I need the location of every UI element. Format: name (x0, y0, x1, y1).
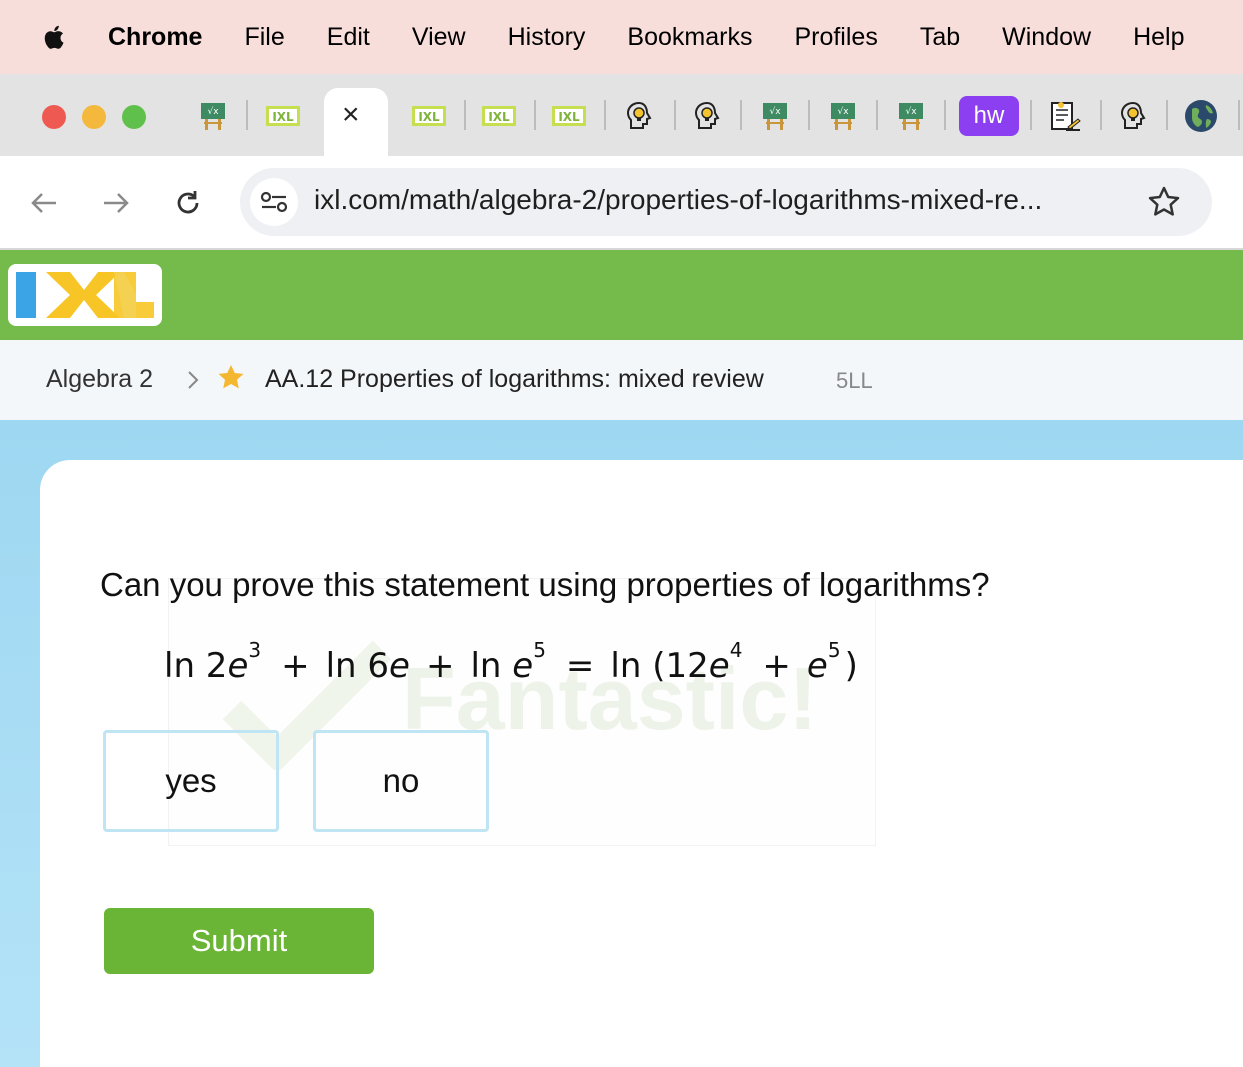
tab-ixl-favicon[interactable]: IXL (552, 100, 586, 132)
tab-separator (740, 100, 742, 130)
bookmark-star-icon[interactable] (1146, 184, 1182, 220)
ixl-header (0, 250, 1243, 340)
tab-lightbulb-head-icon[interactable] (1116, 100, 1150, 132)
tab-document-pencil-icon[interactable] (1048, 100, 1082, 132)
equation-term: ln (470, 646, 513, 686)
menu-history[interactable]: History (508, 23, 586, 52)
svg-text:IXL: IXL (488, 110, 510, 124)
tab-separator (534, 100, 536, 130)
answer-no-button[interactable]: no (313, 730, 489, 832)
equation-exponent: 4 (729, 638, 743, 662)
tab-separator (674, 100, 676, 130)
tab-separator (604, 100, 606, 130)
svg-text:IXL: IXL (558, 110, 580, 124)
skill-code: 5LL (836, 368, 873, 393)
close-window-button[interactable] (42, 105, 66, 129)
tune-icon (260, 191, 288, 213)
apple-logo-icon[interactable] (40, 22, 70, 52)
equation-term: ) (844, 646, 858, 686)
minimize-window-button[interactable] (82, 105, 106, 129)
equation-variable: e (708, 646, 730, 686)
answer-yes-button[interactable]: yes (103, 730, 279, 832)
close-tab-icon[interactable]: × (342, 100, 360, 130)
equation-variable: e (512, 646, 534, 686)
equation-exponent: 5 (827, 638, 841, 662)
equation-operator: + (281, 646, 310, 686)
tab-chalkboard-icon[interactable]: √x (196, 100, 230, 132)
tab-separator (876, 100, 878, 130)
breadcrumb-skill-title: AA.12 Properties of logarithms: mixed re… (265, 365, 764, 393)
question-prompt: Can you prove this statement using prope… (100, 566, 990, 603)
tab-separator (1166, 100, 1168, 130)
macos-menu-bar: Chrome File Edit View History Bookmarks … (0, 0, 1243, 74)
ixl-logo-icon (16, 272, 154, 318)
equation-variable: e (389, 646, 410, 686)
svg-text:IXL: IXL (418, 110, 440, 124)
equation-operator: + (425, 646, 455, 686)
tab-globe-icon[interactable] (1184, 100, 1218, 132)
url-text[interactable]: ixl.com/math/algebra-2/properties-of-log… (314, 184, 1042, 216)
favorite-star-icon[interactable] (216, 363, 246, 393)
back-button[interactable] (26, 186, 62, 220)
menu-edit[interactable]: Edit (327, 23, 370, 52)
equation-exponent: 5 (533, 638, 546, 662)
tab-separator (1100, 100, 1102, 130)
forward-button[interactable] (98, 186, 134, 220)
equation-term: ln 2 (164, 646, 228, 686)
menu-app-chrome[interactable]: Chrome (108, 23, 202, 52)
tab-separator (246, 100, 248, 130)
tab-ixl-favicon[interactable]: IXL (482, 100, 516, 132)
submit-button[interactable]: Submit (104, 908, 374, 974)
arrow-right-icon (104, 193, 129, 213)
equation-operator: + (762, 646, 791, 686)
tab-ixl-favicon[interactable]: IXL (412, 100, 446, 132)
tab-chalkboard-icon[interactable]: √x (758, 100, 792, 132)
arrow-left-icon (31, 193, 56, 213)
menu-view[interactable]: View (412, 23, 466, 52)
ixl-logo[interactable] (8, 264, 162, 326)
tab-lightbulb-head-icon[interactable] (690, 100, 724, 132)
menu-tab[interactable]: Tab (920, 23, 960, 52)
breadcrumb-subject-link[interactable]: Algebra 2 (46, 365, 153, 394)
zoom-window-button[interactable] (122, 105, 146, 129)
reload-icon (177, 191, 199, 214)
svg-text:√x: √x (207, 106, 219, 117)
tab-separator (464, 100, 466, 130)
reload-button[interactable] (170, 186, 206, 220)
menu-help[interactable]: Help (1133, 23, 1184, 52)
tab-ixl-favicon[interactable]: IXL (266, 100, 300, 132)
svg-text:√x: √x (837, 106, 849, 117)
svg-text:IXL: IXL (272, 110, 294, 124)
tab-chalkboard-icon[interactable]: √x (826, 100, 860, 132)
equation-operator: = (565, 646, 595, 686)
equation: ln 2e3 + ln 6e + ln e5 = ln (12 e 4 + e 5) (164, 638, 858, 704)
equation-variable: e (227, 646, 249, 686)
tab-separator (1030, 100, 1032, 130)
equation-term: ln (12 (610, 646, 709, 686)
menu-file[interactable]: File (244, 23, 284, 52)
svg-text:√x: √x (905, 106, 917, 117)
active-tab[interactable]: × (324, 88, 388, 156)
tab-hw-favicon[interactable]: hw (959, 96, 1019, 136)
tab-chalkboard-icon[interactable]: √x (894, 100, 928, 132)
equation-term: ln 6 (325, 646, 390, 686)
menu-window[interactable]: Window (1002, 23, 1091, 52)
chevron-right-icon (188, 371, 199, 389)
equation-exponent: 3 (248, 638, 262, 662)
equation-variable: e (806, 646, 828, 686)
tab-separator (808, 100, 810, 130)
menu-bookmarks[interactable]: Bookmarks (627, 23, 752, 52)
menu-profiles[interactable]: Profiles (794, 23, 877, 52)
svg-text:√x: √x (769, 106, 781, 117)
site-settings-button[interactable] (250, 178, 298, 226)
tab-lightbulb-head-icon[interactable] (622, 100, 656, 132)
tab-separator (1238, 100, 1240, 130)
tab-separator (944, 100, 946, 130)
